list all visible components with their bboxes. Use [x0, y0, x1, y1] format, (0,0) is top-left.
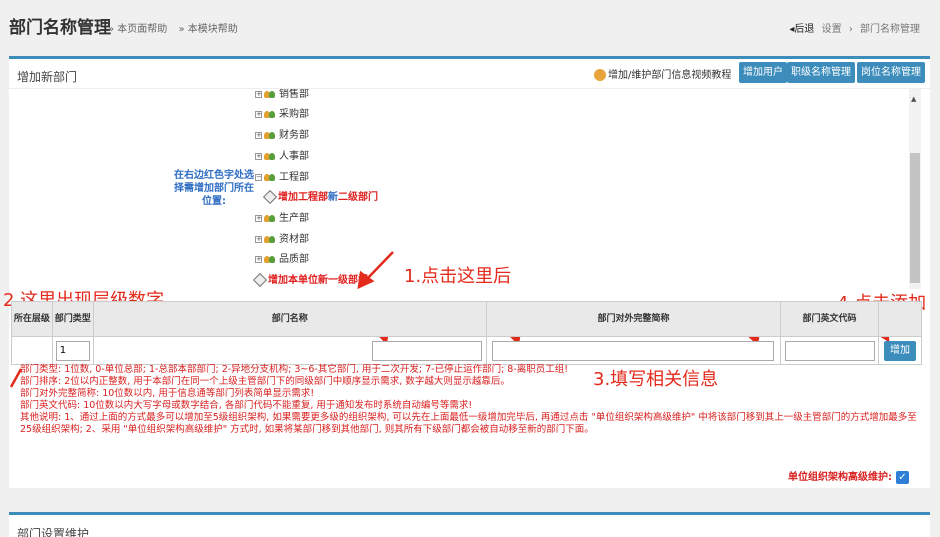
name-cell: [92, 336, 487, 365]
action-cell: 增加: [878, 336, 922, 365]
note-dept-short: 部门对外完整简称: 10位数以内, 用于信息通等部门列表简单显示需求!: [20, 388, 315, 399]
col-type: 部门类型: [51, 301, 94, 337]
col-code: 部门英文代码: [780, 301, 880, 337]
dept-name-input[interactable]: [371, 340, 482, 361]
breadcrumb: ◂后退 设置 › 部门名称管理: [785, 20, 920, 35]
col-name: 部门名称: [92, 301, 487, 337]
type-cell: [51, 336, 94, 365]
note-other: 其他说明: 1、通过上面的方式最多可以增加至5级组织架构, 如果需要更多级的组织…: [20, 412, 917, 435]
note-dept-order: 部门排序: 2位以内正整数, 用于本部门在同一个上级主管部门下的同级部门中顺序显…: [20, 376, 510, 387]
code-cell: [780, 336, 880, 365]
page-help-link[interactable]: » 本页面帮助: [108, 24, 167, 35]
add-department-form: 所在层级 部门类型 部门名称 部门对外完整简称 部门英文代码 增加: [11, 301, 922, 365]
note-dept-code: 部门英文代码: 10位数以内大写字母或数字结合, 各部门代码不能重复, 用于通知…: [20, 400, 473, 411]
back-link[interactable]: ◂后退: [789, 24, 814, 35]
level-cell: [11, 336, 53, 365]
advanced-maintenance-label: 单位组织架构高级维护:: [788, 472, 892, 483]
advanced-maintenance-checkbox[interactable]: ✓: [896, 470, 909, 484]
top-bar: 部门名称管理 » 本页面帮助 » 本模块帮助 ◂后退 设置 › 部门名称管理: [0, 0, 940, 48]
panel2-title: 部门设置维护: [17, 527, 90, 537]
note-dept-type: 部门类型: 1位数, 0-单位总部; 1-总部本部部门; 2-异地分支机构; 3…: [20, 364, 569, 375]
dept-code-input[interactable]: [784, 340, 875, 361]
form-header-row: 所在层级 部门类型 部门名称 部门对外完整简称 部门英文代码: [11, 301, 922, 337]
breadcrumb-separator: ›: [848, 24, 853, 35]
breadcrumb-settings[interactable]: 设置: [822, 24, 842, 35]
add-button[interactable]: 增加: [884, 340, 917, 361]
breadcrumb-current: 部门名称管理: [860, 24, 920, 35]
form-input-row: 增加: [11, 336, 922, 365]
page-title: 部门名称管理: [9, 18, 111, 38]
help-links: » 本页面帮助 » 本模块帮助: [108, 20, 246, 35]
dept-full-short-input[interactable]: [492, 340, 775, 361]
module-help-link[interactable]: » 本模块帮助: [178, 24, 237, 35]
annotation-step1: 1.点击这里后: [404, 266, 512, 287]
department-settings-panel: 部门设置维护: [9, 512, 930, 537]
col-full-short: 部门对外完整简称: [485, 301, 782, 337]
advanced-maintenance-row: 单位组织架构高级维护: ✓: [788, 468, 909, 484]
instructions-notes: 部门类型: 1位数, 0-单位总部; 1-总部本部部门; 2-异地分支机构; 3…: [20, 364, 920, 436]
full-short-cell: [485, 336, 782, 365]
col-level: 所在层级: [11, 301, 53, 337]
col-action: [878, 301, 922, 337]
dept-type-input[interactable]: [55, 340, 90, 361]
